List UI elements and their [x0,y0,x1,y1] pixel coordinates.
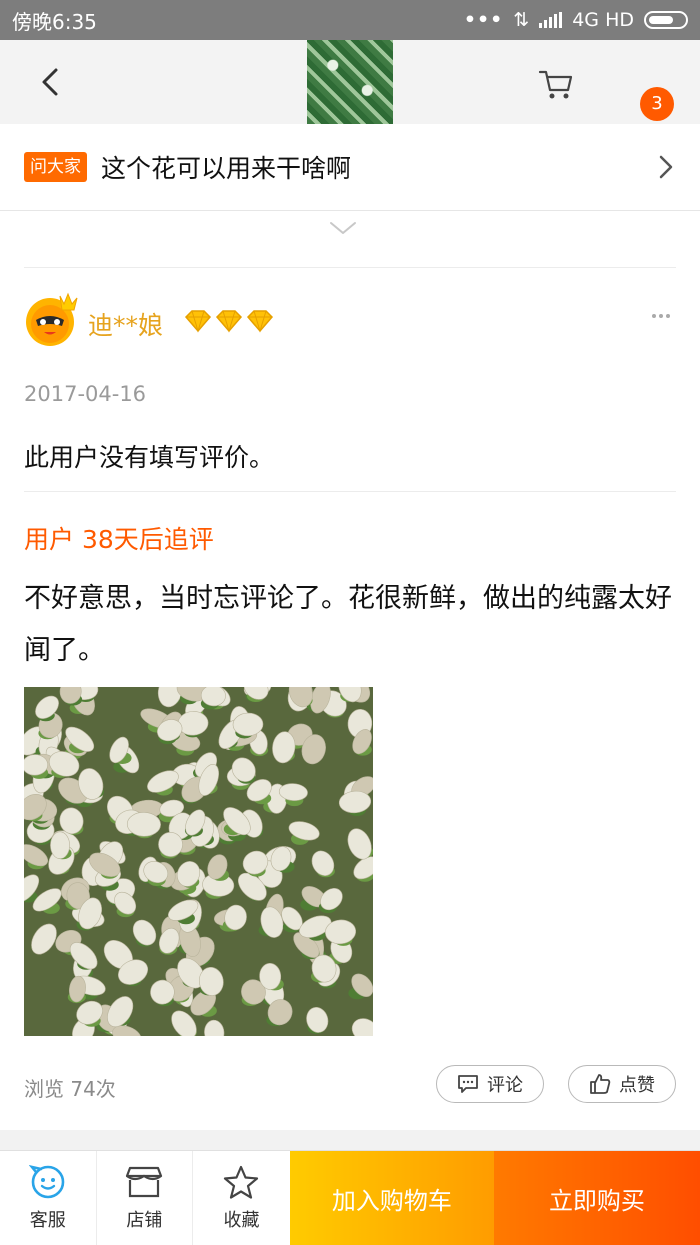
back-icon[interactable] [28,60,72,104]
like-label: 点赞 [619,1075,655,1096]
dots-icon: ••• [463,9,504,31]
comment-label: 评论 [487,1075,523,1096]
followup-text: 不好意思，当时忘评论了。花很新鲜，做出的纯露太好闻了。 [24,583,672,666]
chevron-down-icon[interactable] [328,218,358,238]
signal-icon [539,12,563,28]
username[interactable]: 迪**娘 [88,306,163,342]
star-icon [224,1165,259,1199]
cart-count-badge: 3 [640,87,674,121]
battery-icon [644,11,688,29]
network-label: 4G HD [572,9,634,31]
buy-now-button[interactable]: 立即购买 [493,1151,700,1245]
ask-tag: 问大家 [24,152,87,182]
view-count: 浏览 74次 [24,1077,116,1101]
customer-service-tab[interactable]: 客服 [0,1151,97,1245]
chevron-right-icon [659,155,673,179]
review-text: 此用户没有填写评价。 [24,443,275,472]
shop-icon [126,1166,163,1198]
chat-bubble-icon [28,1165,65,1199]
more-options-icon[interactable] [650,306,672,326]
favorite-label: 收藏 [223,1210,260,1231]
review-photo[interactable] [24,687,373,1036]
ask-everyone-row[interactable]: 问大家 这个花可以用来干啥啊 [0,124,700,211]
add-to-cart-button[interactable]: 加入购物车 [289,1151,494,1245]
divider [24,267,676,268]
diamond-icon [184,310,212,333]
product-thumbnail[interactable] [307,40,393,124]
diamond-icon [246,310,274,333]
ask-question: 这个花可以用来干啥啊 [101,154,352,183]
shop-tab[interactable]: 店铺 [97,1151,194,1245]
like-button[interactable]: 点赞 [568,1065,676,1103]
diamond-icon [215,310,243,333]
review-date: 2017-04-16 [24,382,147,406]
followup-title: 用户 38天后追评 [24,525,214,554]
status-time: 傍晚6:35 [12,9,97,34]
section-separator [0,1130,700,1152]
bottom-action-bar: 客服 店铺 收藏 加入购物车 立即购买 [0,1150,700,1245]
cart-icon[interactable] [536,64,576,104]
service-label: 客服 [29,1210,66,1231]
status-bar: 傍晚6:35 ••• ⇅ 4G HD [0,0,700,40]
favorite-tab[interactable]: 收藏 [193,1151,290,1245]
comment-button[interactable]: 评论 [436,1065,544,1103]
thumbs-up-icon [590,1074,611,1094]
avatar[interactable] [22,290,80,348]
shop-label: 店铺 [126,1210,163,1231]
data-arrows-icon: ⇅ [513,9,530,31]
level-badges [184,309,274,333]
top-navbar: 3 [0,40,700,124]
divider [24,491,676,492]
comment-icon [458,1075,478,1093]
